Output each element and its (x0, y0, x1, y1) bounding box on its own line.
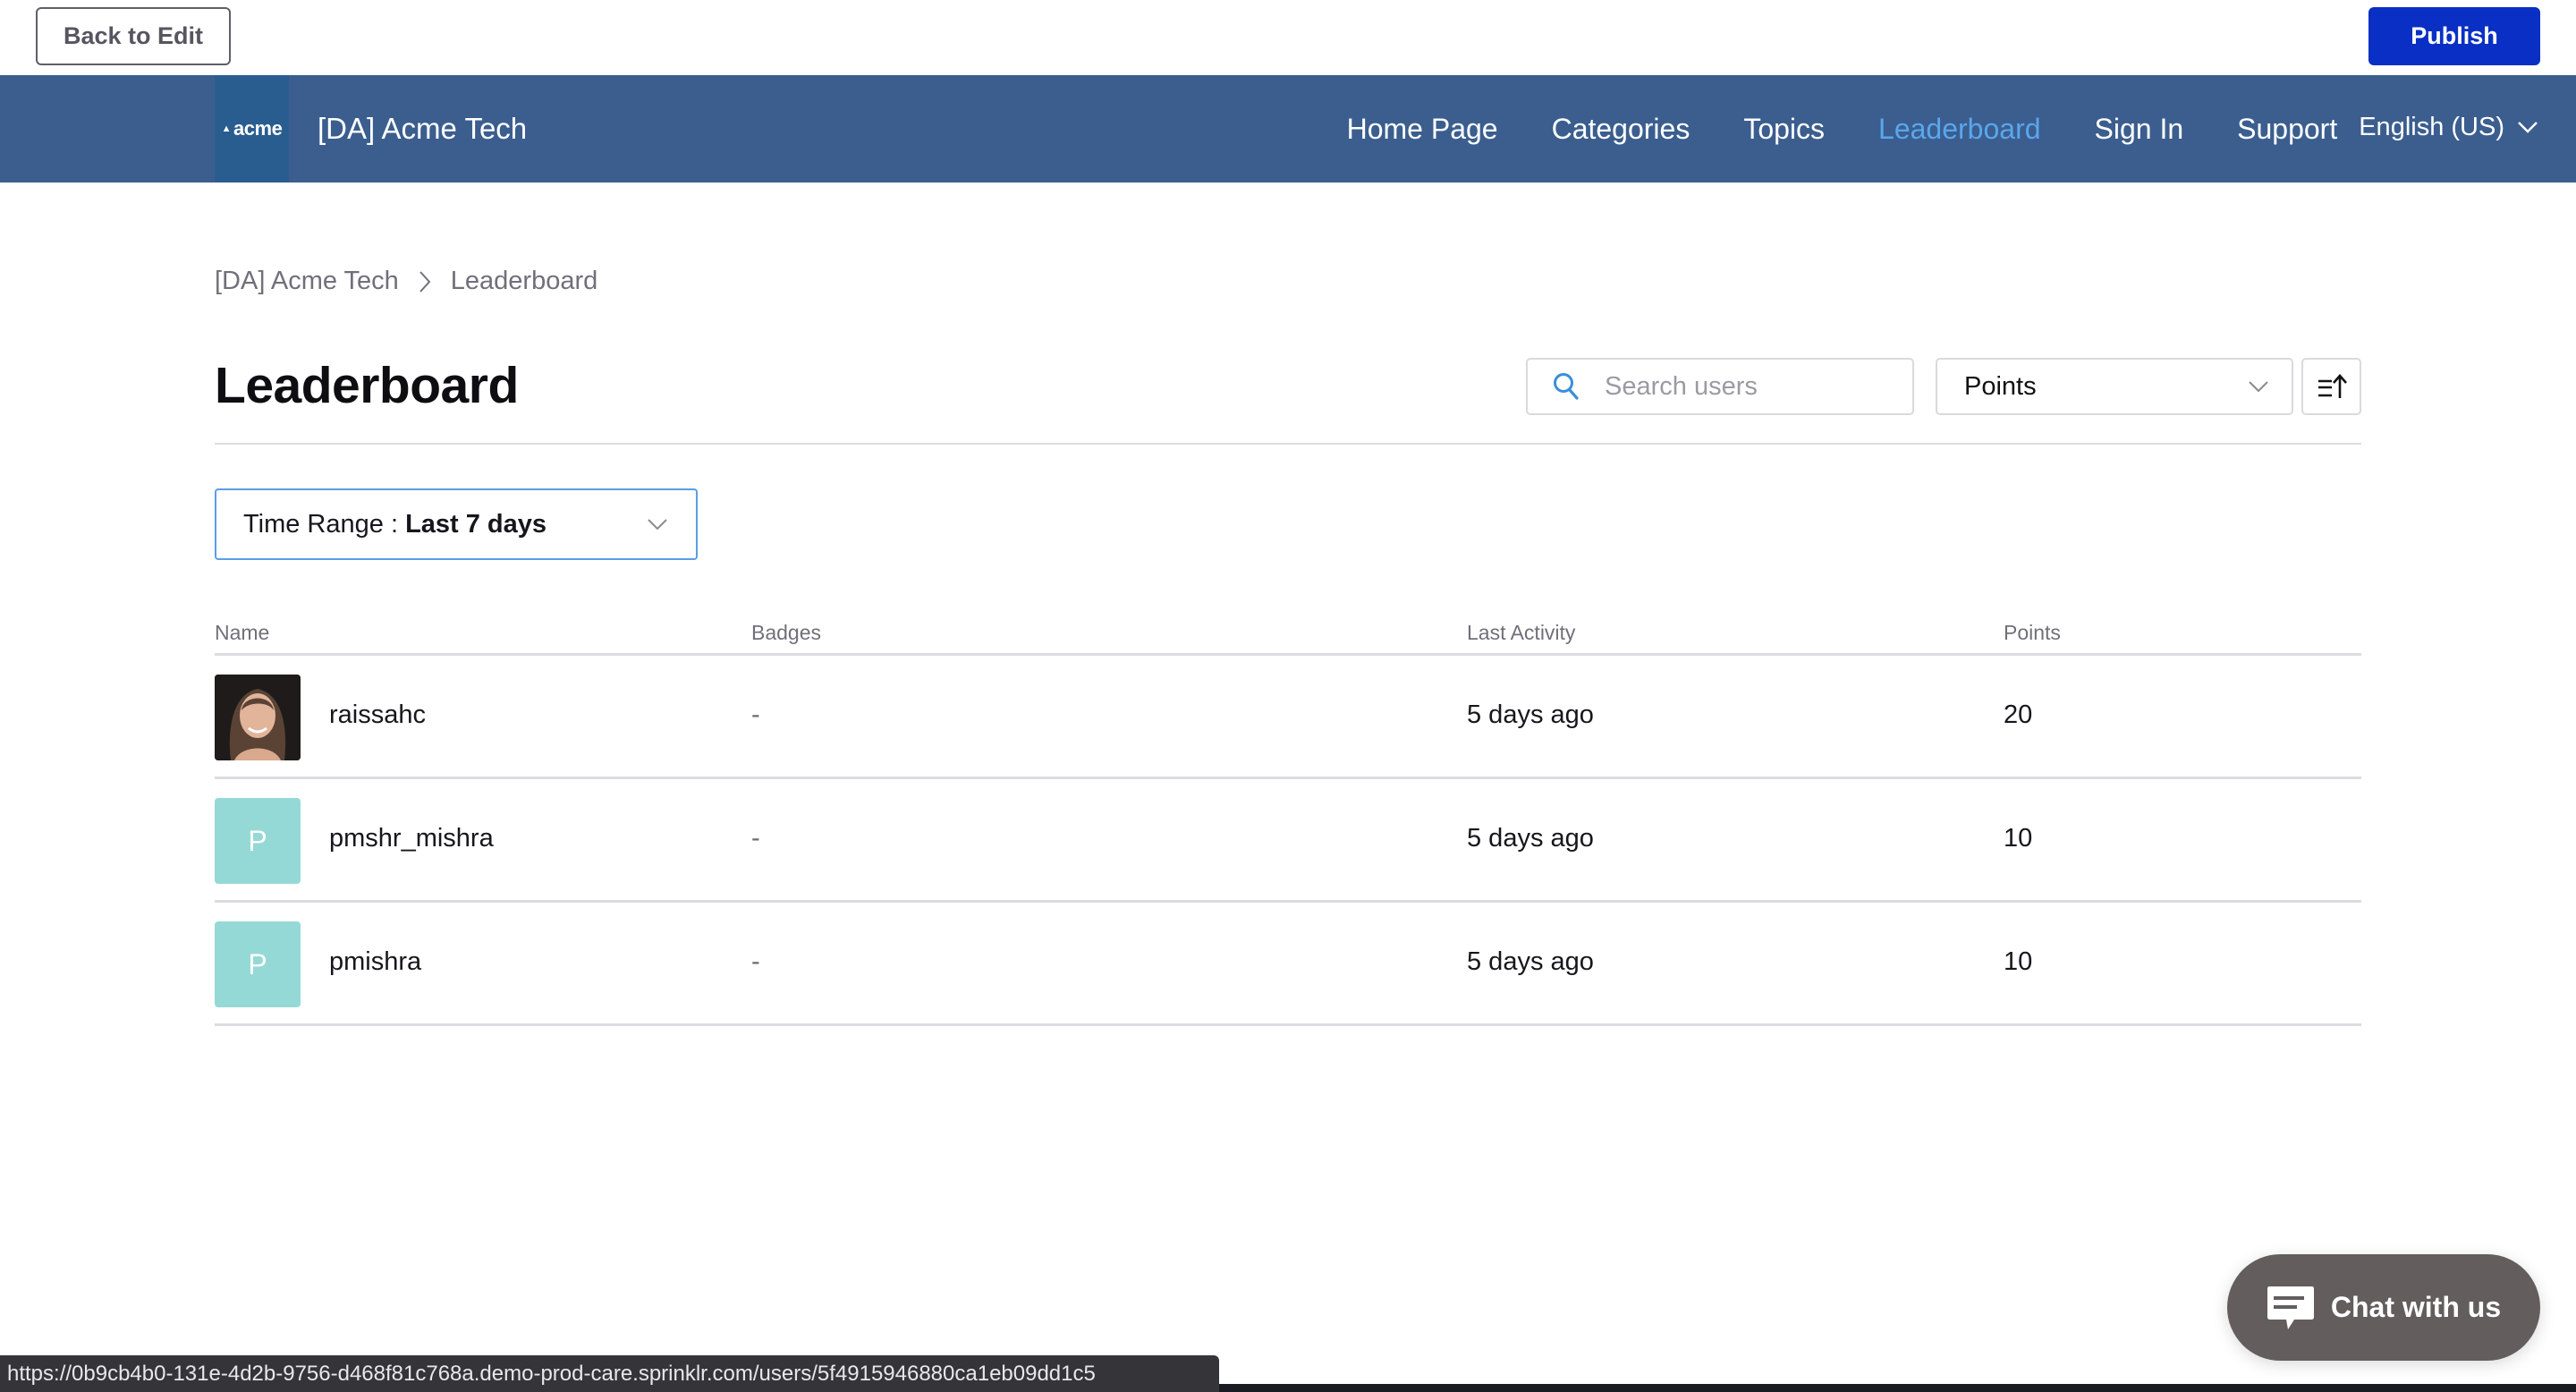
breadcrumb-item-current: Leaderboard (450, 267, 598, 295)
time-range-dropdown[interactable]: Time Range : Last 7 days (215, 488, 698, 560)
sort-direction-button[interactable] (2301, 358, 2361, 415)
nav-link-leaderboard[interactable]: Leaderboard (1878, 113, 2040, 146)
language-selector[interactable]: English (US) (2359, 113, 2538, 142)
site-title[interactable]: [DA] Acme Tech (318, 75, 527, 182)
user-name[interactable]: raissahc (329, 700, 426, 730)
breadcrumb: [DA] Acme Tech Leaderboard (215, 267, 597, 296)
user-points: 10 (2004, 947, 2033, 976)
link-preview-status-bar: https://0b9cb4b0-131e-4d2b-9756-d468f81c… (0, 1355, 1219, 1392)
nav-link-support[interactable]: Support (2237, 113, 2337, 146)
nav-link-topics[interactable]: Topics (1743, 113, 1825, 146)
user-badges: - (751, 947, 760, 976)
user-points: 10 (2004, 824, 2033, 853)
logo-mark-icon: ▲ (221, 123, 232, 134)
column-header-name: Name (215, 621, 270, 644)
table-header: Name Badges Last Activity Points (215, 617, 2361, 656)
logo-text: acme (233, 117, 283, 140)
editor-toolbar: Back to Edit Publish (0, 0, 2576, 75)
page-title: Leaderboard (215, 357, 519, 414)
site-header: ▲ acme [DA] Acme Tech Home Page Categori… (0, 75, 2576, 182)
nav-menu: Home Page Categories Topics Leaderboard … (1293, 75, 2576, 182)
leaderboard-table: Name Badges Last Activity Points raissah… (215, 617, 2361, 1026)
chevron-right-icon (419, 270, 431, 293)
user-last-activity: 5 days ago (1467, 700, 1594, 729)
publish-button[interactable]: Publish (2368, 7, 2540, 65)
search-users-field[interactable] (1526, 358, 1914, 415)
user-badges: - (751, 824, 760, 853)
title-divider (215, 443, 2361, 445)
user-name[interactable]: pmshr_mishra (329, 824, 494, 853)
user-last-activity: 5 days ago (1467, 824, 1594, 853)
sort-ascending-icon (2318, 374, 2347, 398)
nav-link-categories[interactable]: Categories (1552, 113, 1690, 146)
search-icon (1554, 373, 1579, 400)
column-header-badges: Badges (751, 621, 822, 644)
site-logo[interactable]: ▲ acme (215, 75, 289, 182)
user-badges: - (751, 700, 760, 729)
table-row[interactable]: P pmshr_mishra - 5 days ago 10 (215, 779, 2361, 903)
time-range-label: Time Range : (243, 509, 406, 539)
user-last-activity: 5 days ago (1467, 947, 1594, 976)
breadcrumb-item-home[interactable]: [DA] Acme Tech (215, 267, 399, 296)
chat-bubble-icon (2267, 1286, 2314, 1329)
time-range-text: Time Range : Last 7 days (243, 510, 547, 539)
table-row[interactable]: P pmishra - 5 days ago 10 (215, 903, 2361, 1026)
chevron-down-icon (2249, 381, 2268, 392)
chat-label: Chat with us (2330, 1291, 2502, 1323)
user-points: 20 (2004, 700, 2033, 729)
back-to-edit-button[interactable]: Back to Edit (36, 7, 231, 65)
chevron-down-icon (648, 519, 667, 530)
time-range-value: Last 7 days (405, 509, 547, 539)
user-photo (215, 675, 301, 760)
user-name[interactable]: pmishra (329, 947, 421, 977)
chat-with-us-button[interactable]: Chat with us (2227, 1254, 2540, 1361)
avatar[interactable] (215, 675, 301, 760)
sort-by-value: Points (1964, 371, 2037, 401)
sort-by-select[interactable]: Points (1936, 358, 2293, 415)
nav-link-home-page[interactable]: Home Page (1347, 113, 1498, 146)
column-header-points: Points (2004, 621, 2061, 644)
search-users-input[interactable] (1605, 371, 1900, 402)
nav-link-sign-in[interactable]: Sign In (2095, 113, 2184, 146)
chevron-down-icon (2518, 122, 2538, 133)
bottom-strip (1219, 1384, 2576, 1392)
avatar[interactable]: P (215, 798, 301, 884)
avatar[interactable]: P (215, 921, 301, 1007)
language-label: English (US) (2359, 112, 2504, 141)
table-row[interactable]: raissahc - 5 days ago 20 (215, 656, 2361, 779)
column-header-last-activity: Last Activity (1467, 621, 1576, 644)
